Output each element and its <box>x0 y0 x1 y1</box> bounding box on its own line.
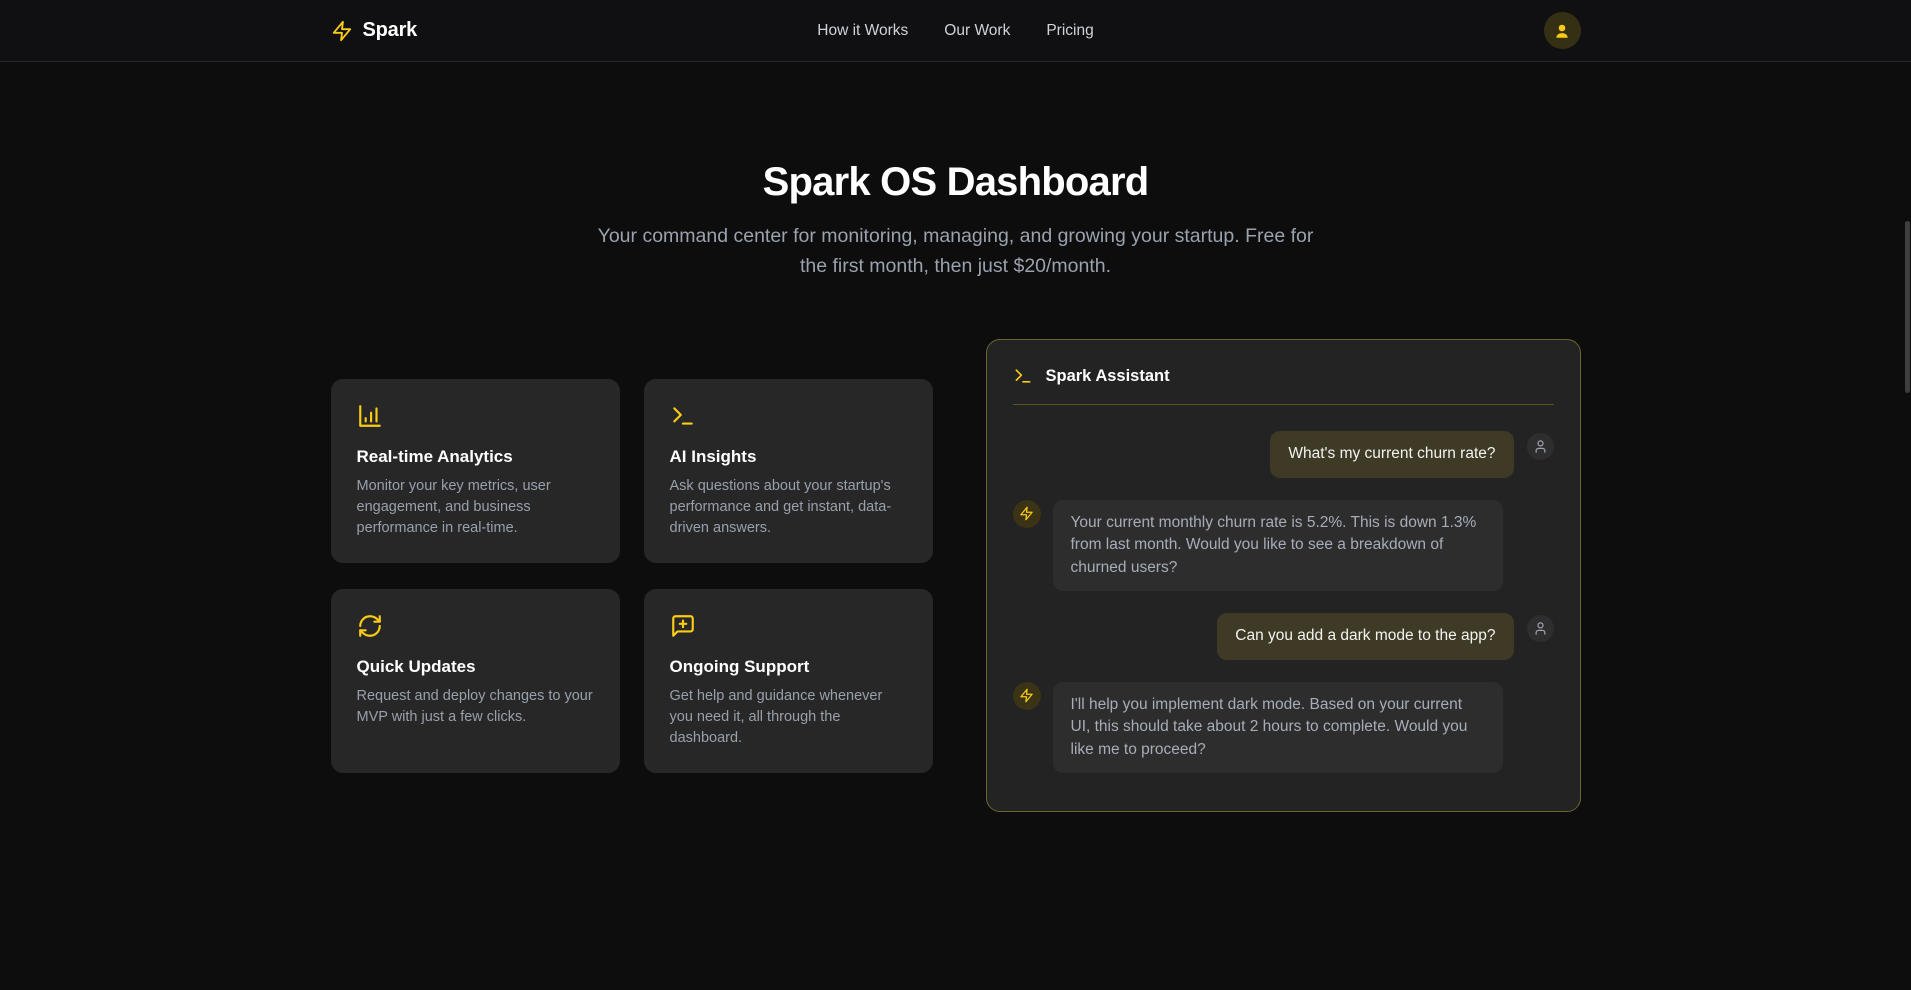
assistant-panel-title: Spark Assistant <box>1046 367 1170 386</box>
feature-card-ongoing-support: Ongoing Support Get help and guidance wh… <box>644 589 933 773</box>
user-icon <box>1533 621 1548 636</box>
feature-card-quick-updates: Quick Updates Request and deploy changes… <box>331 589 620 773</box>
feature-title: Ongoing Support <box>670 657 907 677</box>
nav-link-how-it-works[interactable]: How it Works <box>817 22 908 40</box>
terminal-icon <box>1013 366 1033 386</box>
chat-messages: What's my current churn rate? Your curre… <box>1013 431 1554 773</box>
hero-section: Spark OS Dashboard Your command center f… <box>0 62 1911 281</box>
chat-message-assistant: Your current monthly churn rate is 5.2%.… <box>1013 500 1554 591</box>
user-avatar <box>1527 433 1554 460</box>
bar-chart-icon <box>357 403 383 429</box>
user-icon <box>1533 439 1548 454</box>
zap-icon <box>1019 506 1034 521</box>
page-title: Spark OS Dashboard <box>0 158 1911 206</box>
user-icon <box>1553 22 1571 40</box>
account-avatar-button[interactable] <box>1544 12 1581 49</box>
feature-description: Request and deploy changes to your MVP w… <box>357 686 594 728</box>
chat-message-user: What's my current churn rate? <box>1013 431 1554 477</box>
feature-description: Monitor your key metrics, user engagemen… <box>357 476 594 539</box>
user-message-bubble: What's my current churn rate? <box>1270 431 1513 477</box>
nav-link-pricing[interactable]: Pricing <box>1046 22 1093 40</box>
main-nav: How it Works Our Work Pricing <box>817 22 1093 40</box>
chat-message-user: Can you add a dark mode to the app? <box>1013 613 1554 659</box>
feature-title: Real-time Analytics <box>357 447 594 467</box>
zap-icon <box>1019 688 1034 703</box>
feature-description: Get help and guidance whenever you need … <box>670 686 907 749</box>
feature-title: AI Insights <box>670 447 907 467</box>
main-content: Real-time Analytics Monitor your key met… <box>331 339 1581 812</box>
feature-description: Ask questions about your startup's perfo… <box>670 476 907 539</box>
user-message-bubble: Can you add a dark mode to the app? <box>1217 613 1513 659</box>
brand-name: Spark <box>363 19 418 42</box>
topbar-container: Spark How it Works Our Work Pricing <box>331 12 1581 49</box>
nav-link-our-work[interactable]: Our Work <box>944 22 1010 40</box>
assistant-avatar <box>1013 500 1041 528</box>
assistant-panel-header: Spark Assistant <box>1013 366 1554 386</box>
assistant-message-bubble: Your current monthly churn rate is 5.2%.… <box>1053 500 1503 591</box>
assistant-message-bubble: I'll help you implement dark mode. Based… <box>1053 682 1503 773</box>
terminal-icon <box>670 403 696 429</box>
zap-icon <box>331 20 353 42</box>
feature-card-ai-insights: AI Insights Ask questions about your sta… <box>644 379 933 563</box>
chat-message-assistant: I'll help you implement dark mode. Based… <box>1013 682 1554 773</box>
top-navigation-bar: Spark How it Works Our Work Pricing <box>0 0 1911 62</box>
hero-subtitle: Your command center for monitoring, mana… <box>583 222 1328 281</box>
page: Spark How it Works Our Work Pricing Spar… <box>0 0 1911 990</box>
page-scrollbar[interactable] <box>1905 221 1910 393</box>
feature-card-real-time-analytics: Real-time Analytics Monitor your key met… <box>331 379 620 563</box>
divider <box>1013 404 1554 405</box>
brand-logo[interactable]: Spark <box>331 19 418 42</box>
user-avatar <box>1527 615 1554 642</box>
refresh-icon <box>357 613 383 639</box>
message-square-plus-icon <box>670 613 696 639</box>
spark-assistant-panel: Spark Assistant What's my current churn … <box>986 339 1581 812</box>
feature-title: Quick Updates <box>357 657 594 677</box>
feature-grid: Real-time Analytics Monitor your key met… <box>331 379 933 773</box>
assistant-avatar <box>1013 682 1041 710</box>
